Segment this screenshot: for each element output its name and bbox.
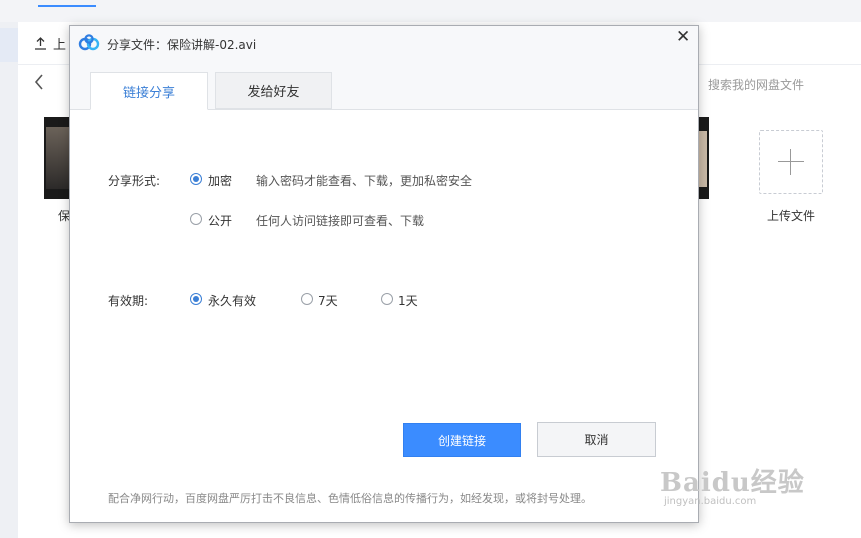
upload-label: 上 — [53, 38, 67, 53]
top-bar — [0, 0, 861, 22]
option-7-days-label[interactable]: 7天 — [318, 292, 338, 309]
dialog-tabs: 链接分享 发给好友 — [70, 61, 698, 110]
search-input[interactable]: 搜索我的网盘文件 — [708, 76, 804, 93]
upload-file-label: 上传文件 — [767, 209, 816, 223]
radio-encrypted[interactable] — [190, 173, 202, 185]
tab-link-share[interactable]: 链接分享 — [90, 72, 208, 110]
option-public-label[interactable]: 公开 — [208, 212, 232, 229]
option-permanent-label[interactable]: 永久有效 — [208, 292, 256, 309]
share-form-label: 分享形式: — [108, 174, 161, 188]
baidu-netdisk-logo-icon — [78, 34, 100, 51]
option-encrypted-label[interactable]: 加密 — [208, 172, 232, 189]
radio-7-days[interactable] — [301, 293, 313, 305]
watermark: Baidu经验 jingyan.baidu.com — [660, 462, 805, 507]
option-public-desc: 任何人访问链接即可查看、下载 — [256, 214, 425, 228]
cancel-button[interactable]: 取消 — [537, 422, 656, 457]
radio-permanent[interactable] — [190, 293, 202, 305]
video-thumbnail[interactable] — [698, 117, 709, 199]
upload-button[interactable]: 上 — [34, 34, 66, 53]
create-link-button[interactable]: 创建链接 — [403, 423, 521, 457]
tab-send-to-friend[interactable]: 发给好友 — [215, 72, 332, 109]
validity-label: 有效期: — [108, 294, 149, 308]
option-encrypted-desc: 输入密码才能查看、下载，更加私密安全 — [256, 174, 473, 188]
plus-icon — [778, 161, 804, 162]
dialog-header: 分享文件：保险讲解-02.avi ✕ — [70, 26, 698, 61]
policy-notice: 配合净网行动，百度网盘严厉打击不良信息、色情低俗信息的传播行为，如经发现，或将封… — [108, 492, 592, 505]
active-tab-indicator — [38, 5, 96, 7]
radio-public[interactable] — [190, 213, 202, 225]
video-thumbnail[interactable] — [44, 117, 71, 199]
watermark-url: jingyan.baidu.com — [664, 496, 757, 507]
option-1-day-label[interactable]: 1天 — [398, 292, 418, 309]
dialog-title: 分享文件：保险讲解-02.avi — [107, 38, 257, 52]
radio-1-day[interactable] — [381, 293, 393, 305]
upload-icon — [35, 37, 46, 50]
back-arrow-icon[interactable] — [34, 74, 44, 95]
sidebar — [0, 22, 18, 538]
sidebar-selected-item[interactable] — [0, 28, 18, 62]
share-dialog: 分享文件：保险讲解-02.avi ✕ 链接分享 发给好友 分享形式: 加密 输入… — [69, 25, 699, 523]
close-icon[interactable]: ✕ — [676, 27, 690, 47]
add-file-button[interactable] — [759, 130, 823, 194]
watermark-brand: Baidu经验 — [660, 468, 805, 498]
